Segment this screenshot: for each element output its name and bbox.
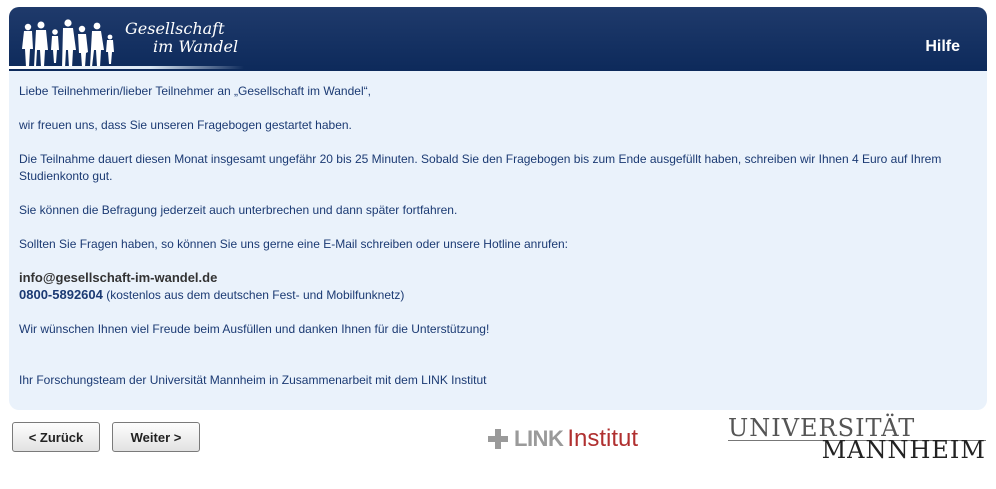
link-cross-icon bbox=[488, 429, 508, 449]
hotline-note: (kostenlos aus dem deutschen Fest- und M… bbox=[102, 288, 405, 302]
thanks-text: Wir wünschen Ihnen viel Freude beim Ausf… bbox=[19, 322, 490, 336]
content-panel: Liebe Teilnehmerin/lieber Teilnehmer an … bbox=[9, 71, 987, 410]
questions-text: Sollten Sie Fragen haben, so können Sie … bbox=[19, 237, 569, 251]
duration-text: Die Teilnahme dauert diesen Monat insges… bbox=[19, 152, 942, 183]
next-button[interactable]: Weiter > bbox=[112, 422, 200, 452]
link-institut-logo: LINK Institut bbox=[488, 424, 638, 454]
university-mannheim-logo: UNIVERSITÄT MANNHEIM bbox=[728, 414, 988, 464]
pause-text: Sie können die Befragung jederzeit auch … bbox=[19, 203, 458, 217]
uni-logo-bottom: MANNHEIM bbox=[821, 436, 986, 464]
contact-email: info@gesellschaft-im-wandel.de bbox=[19, 270, 218, 285]
logo-title-line2: im Wandel bbox=[153, 37, 239, 56]
contact-block: info@gesellschaft-im-wandel.de 0800-5892… bbox=[19, 270, 404, 304]
header-bar: Gesellschaft im Wandel Hilfe bbox=[9, 7, 987, 71]
link-logo-word: LINK bbox=[514, 426, 564, 451]
intro-text: wir freuen uns, dass Sie unseren Fragebo… bbox=[19, 118, 352, 132]
contact-hotline: 0800-5892604 (kostenlos aus dem deutsche… bbox=[19, 286, 404, 304]
people-silhouettes-icon bbox=[22, 19, 114, 68]
site-logo-title: Gesellschaft im Wandel bbox=[125, 20, 238, 56]
greeting-text: Liebe Teilnehmerin/lieber Teilnehmer an … bbox=[19, 84, 371, 98]
institut-logo-word: Institut bbox=[567, 425, 639, 452]
back-button[interactable]: < Zurück bbox=[12, 422, 100, 452]
header-underline bbox=[9, 66, 244, 69]
logo-title-line1: Gesellschaft bbox=[125, 19, 225, 38]
help-link[interactable]: Hilfe bbox=[925, 38, 960, 56]
hotline-number: 0800-5892604 bbox=[19, 287, 103, 302]
signature-text: Ihr Forschungsteam der Universität Mannh… bbox=[19, 373, 487, 387]
